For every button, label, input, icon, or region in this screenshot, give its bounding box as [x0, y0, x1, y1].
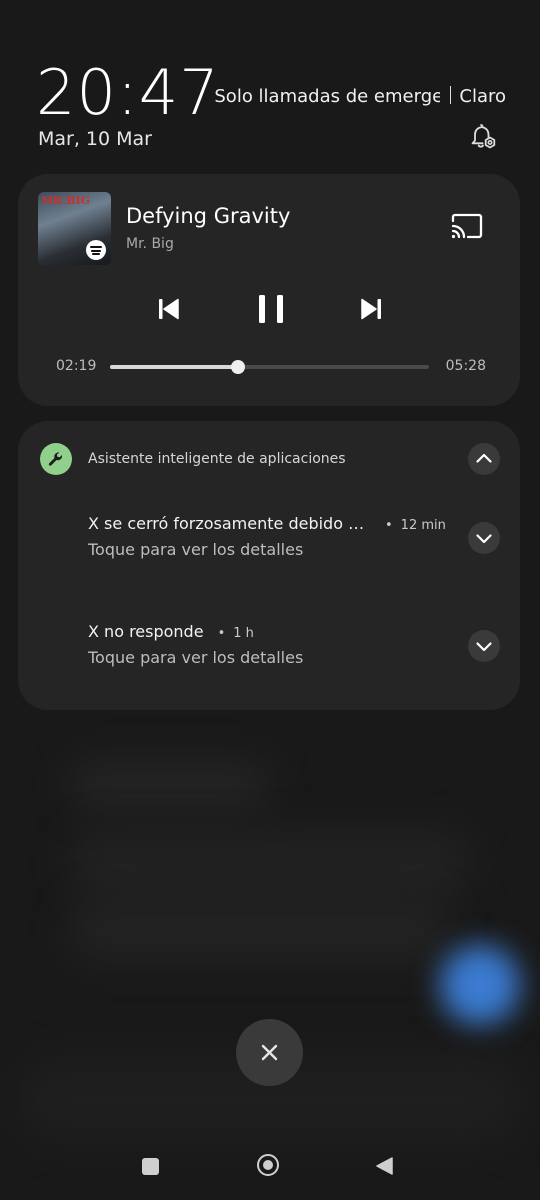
- seek-bar-fill: [110, 365, 238, 369]
- recents-icon[interactable]: [142, 1158, 159, 1175]
- collapse-group-button[interactable]: [468, 443, 500, 475]
- carrier-status: Solo llamadas de emergencia Claro: [214, 86, 506, 107]
- notification-item[interactable]: X se cerró forzosamente debido a una exc…: [88, 514, 446, 533]
- notification-detail[interactable]: Toque para ver los detalles: [88, 648, 303, 667]
- spotify-icon: [86, 240, 106, 260]
- navigation-bar: [0, 1140, 540, 1200]
- artist-name: Mr. Big: [126, 236, 174, 252]
- clear-all-button[interactable]: [236, 1019, 303, 1086]
- separator: [450, 86, 452, 104]
- background-blur: [440, 945, 520, 1025]
- media-player-card[interactable]: MR.BIG Defying Gravity Mr. Big 02:19 05:…: [18, 174, 520, 406]
- close-icon: [261, 1044, 278, 1061]
- cast-icon[interactable]: [450, 212, 484, 240]
- skip-next-icon[interactable]: [356, 294, 386, 324]
- carrier-name: Claro: [459, 86, 506, 107]
- expand-notification-button[interactable]: [468, 630, 500, 662]
- chevron-down-icon: [476, 642, 492, 652]
- notification-title: X no responde: [88, 622, 204, 641]
- background-blur: [70, 830, 470, 900]
- home-icon[interactable]: [257, 1154, 279, 1176]
- notification-detail[interactable]: Toque para ver los detalles: [88, 540, 303, 559]
- app-icon: [40, 443, 72, 475]
- album-art-text: MR.BIG: [41, 194, 90, 207]
- clock-time: 20:47: [36, 56, 220, 129]
- notification-time: 12 min: [400, 518, 446, 533]
- expand-notification-button[interactable]: [468, 522, 500, 554]
- notification-meta: • 1 h: [217, 626, 254, 641]
- background-blur: [70, 900, 450, 960]
- notification-settings-icon[interactable]: [468, 122, 498, 152]
- wrench-icon: [48, 452, 63, 466]
- notification-group-card[interactable]: Asistente inteligente de aplicaciones X …: [18, 421, 520, 710]
- seek-bar-thumb[interactable]: [230, 360, 245, 374]
- seek-bar[interactable]: [110, 360, 429, 374]
- song-title: Defying Gravity: [126, 204, 291, 228]
- app-name: Asistente inteligente de aplicaciones: [88, 451, 346, 467]
- background-blur: [70, 760, 270, 810]
- album-art: MR.BIG: [38, 192, 111, 265]
- elapsed-time: 02:19: [56, 358, 97, 374]
- pause-icon[interactable]: [254, 292, 288, 326]
- chevron-up-icon: [476, 453, 492, 463]
- chevron-down-icon: [476, 534, 492, 544]
- notification-item[interactable]: X no responde • 1 h: [88, 622, 254, 641]
- back-icon[interactable]: [374, 1156, 394, 1176]
- date-label: Mar, 10 Mar: [38, 128, 152, 150]
- notification-title: X se cerró forzosamente debido a una exc…: [88, 514, 371, 533]
- notification-meta: • 12 min: [385, 518, 446, 533]
- track-duration: 05:28: [445, 358, 486, 374]
- skip-previous-icon[interactable]: [154, 294, 184, 324]
- network-status-text: Solo llamadas de emergencia: [214, 86, 441, 107]
- notification-time: 1 h: [233, 626, 254, 641]
